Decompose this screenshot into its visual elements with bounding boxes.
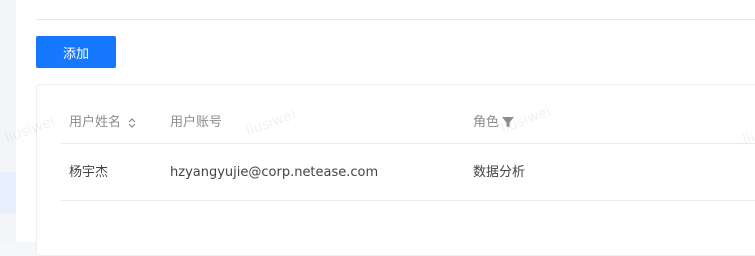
filter-icon[interactable]	[501, 115, 515, 129]
row-divider	[61, 200, 755, 201]
table-card	[36, 84, 755, 256]
sort-icon[interactable]	[127, 117, 137, 129]
column-header-role: 角色	[473, 115, 500, 130]
cell-account: hzyangyujie@corp.netease.com	[170, 165, 379, 180]
column-header-account: 用户账号	[170, 115, 223, 130]
cell-name: 杨宇杰	[69, 165, 109, 180]
side-nav-active-item[interactable]	[0, 172, 16, 214]
cell-role: 数据分析	[473, 165, 526, 180]
top-divider	[36, 19, 755, 20]
side-nav-edge	[0, 0, 16, 242]
column-header-name[interactable]: 用户姓名	[69, 115, 121, 131]
add-button[interactable]: 添加	[36, 36, 116, 68]
header-divider	[61, 143, 755, 144]
